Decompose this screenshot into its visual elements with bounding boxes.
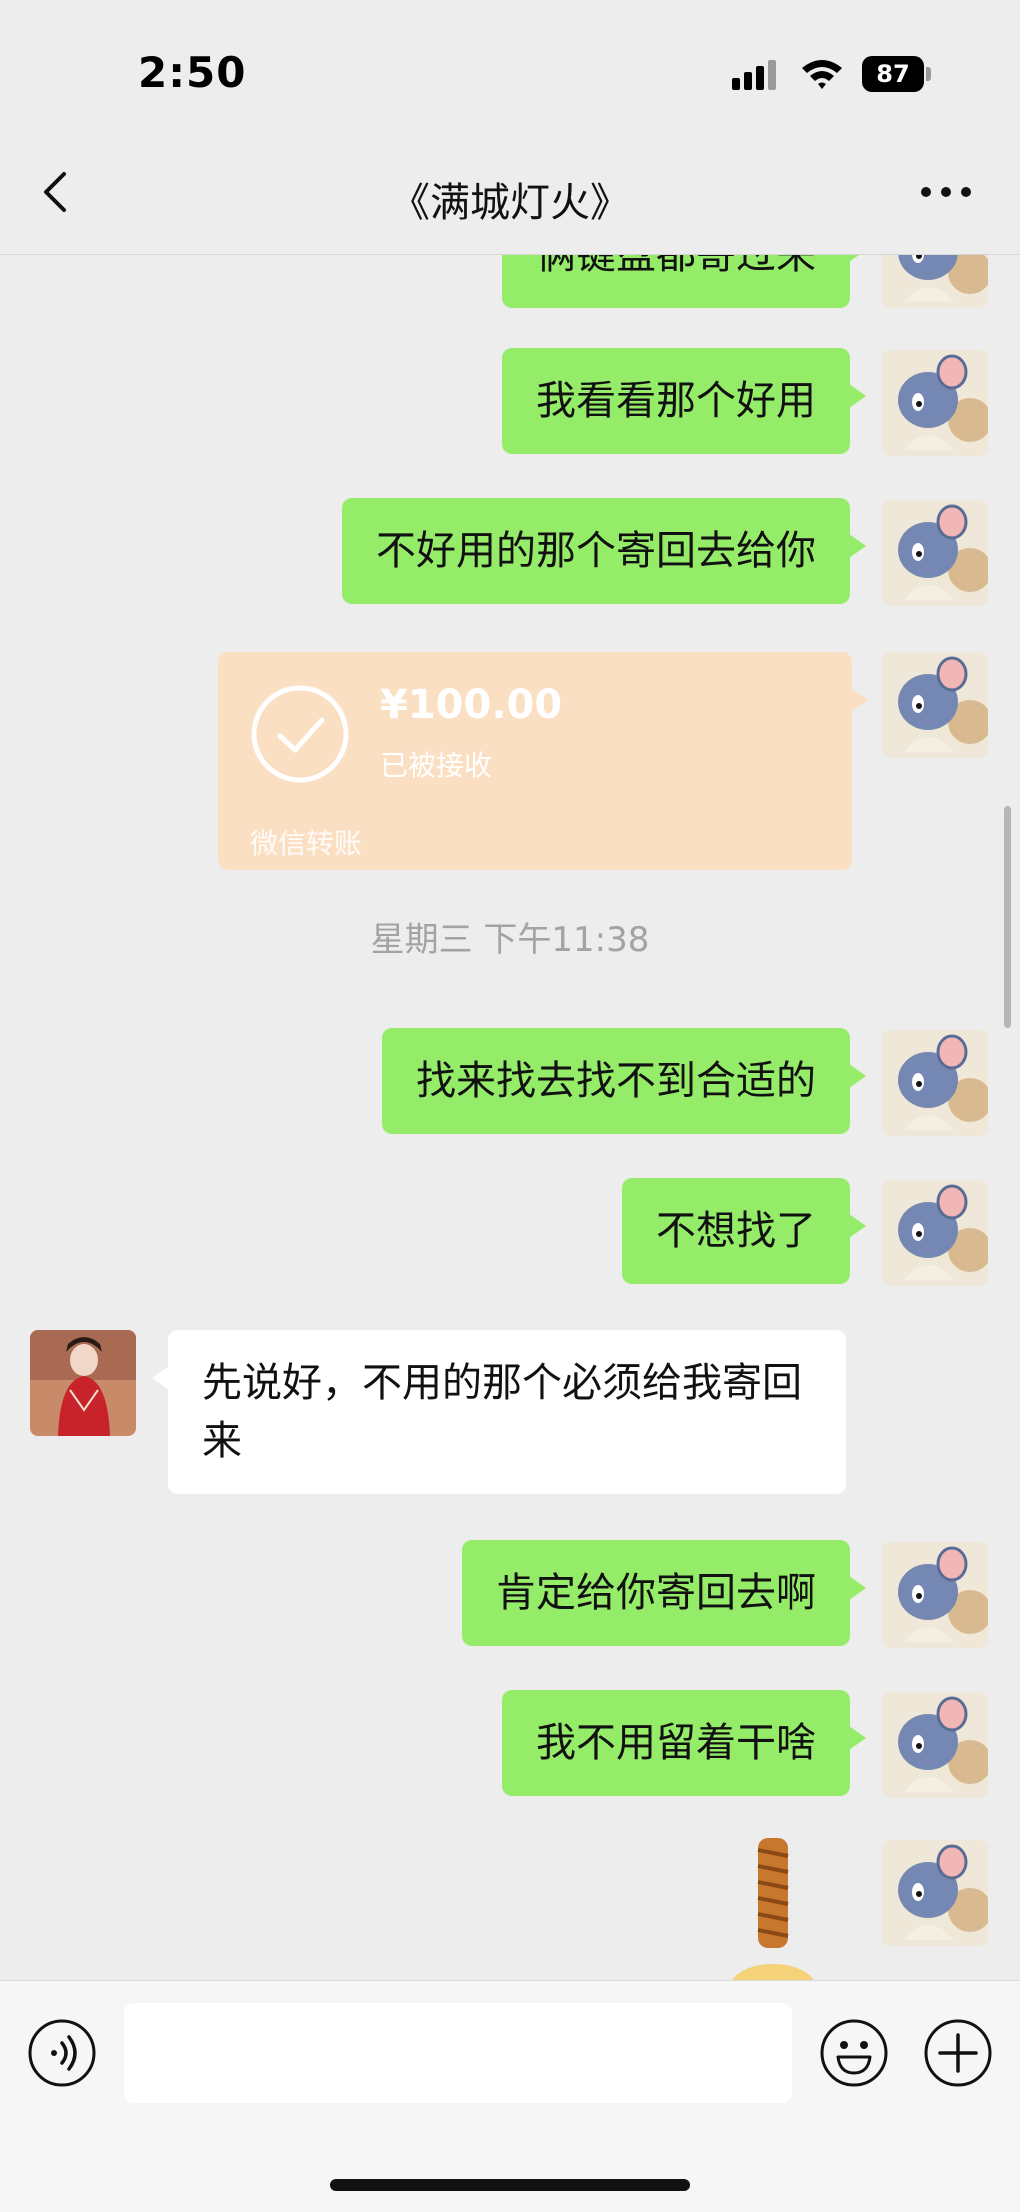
avatar-self[interactable] [882, 254, 988, 308]
plus-icon[interactable] [922, 2017, 994, 2089]
message-bubble-contact[interactable]: 先说好，不用的那个必须给我寄回来 [152, 1330, 846, 1494]
cat-avatar-icon [882, 500, 988, 606]
message-bubble-self[interactable]: 不想找了 [622, 1178, 866, 1284]
message-bubble-self[interactable]: 肯定给你寄回去啊 [462, 1540, 866, 1646]
transfer-footer: 微信转账 [250, 827, 363, 860]
battery-cap [926, 67, 931, 81]
avatar-self[interactable] [882, 1840, 988, 1946]
avatar-self[interactable] [882, 1692, 988, 1798]
status-time: 2:50 [138, 48, 247, 97]
transfer-card[interactable]: ¥100.00 已被接收 微信转账 [218, 652, 868, 870]
battery-level: 87 [862, 56, 924, 92]
wifi-icon [802, 60, 842, 89]
chat-header: 《满城灯火》 [0, 130, 1020, 255]
cat-avatar-icon [882, 1840, 988, 1946]
home-indicator [330, 2179, 690, 2191]
avatar-self[interactable] [882, 350, 988, 456]
message-bubble-self[interactable]: 我不用留着干啥 [502, 1690, 866, 1796]
emoji-icon[interactable] [818, 2017, 890, 2089]
avatar-self[interactable] [882, 1542, 988, 1648]
avatar-contact[interactable] [30, 1330, 136, 1436]
contact-avatar-icon [30, 1330, 136, 1436]
message-input[interactable] [124, 2003, 792, 2103]
input-bar [0, 1980, 1020, 2212]
timestamp: 星期三 下午11:38 [370, 920, 650, 960]
voice-icon[interactable] [26, 2017, 98, 2089]
message-bubble-self[interactable]: 我看看那个好用 [502, 348, 866, 454]
message-list[interactable]: 俩键盘都寄过来 我看看那个好用 不好用的那个寄回去给你 ¥100.00 已被接收… [0, 254, 1020, 1980]
cat-avatar-icon [882, 1180, 988, 1286]
chat-title: 《满城灯火》 [390, 180, 630, 226]
transfer-status: 已被接收 [380, 749, 493, 782]
transfer-amount: ¥100.00 [380, 682, 563, 728]
message-bubble-self[interactable]: 找来找去找不到合适的 [382, 1028, 866, 1134]
sticker-rope-image[interactable] [718, 1838, 828, 1980]
check-icon [251, 685, 349, 783]
more-dots-icon[interactable] [918, 180, 974, 204]
cellular-signal-icon [732, 60, 776, 90]
avatar-self[interactable] [882, 1180, 988, 1286]
cat-avatar-icon [882, 1692, 988, 1798]
message-bubble-self[interactable]: 不好用的那个寄回去给你 [342, 498, 866, 604]
avatar-self[interactable] [882, 1030, 988, 1136]
scrollbar[interactable] [1004, 806, 1011, 1028]
cat-avatar-icon [882, 1030, 988, 1136]
cat-avatar-icon [882, 1542, 988, 1648]
avatar-self[interactable] [882, 500, 988, 606]
avatar-self[interactable] [882, 652, 988, 758]
battery-icon: 87 [862, 56, 932, 92]
cat-avatar-icon [882, 350, 988, 456]
message-bubble-self[interactable]: 俩键盘都寄过来 [502, 254, 866, 308]
status-bar: 2:50 87 [0, 0, 1020, 130]
cat-avatar-icon [882, 652, 988, 758]
cat-avatar-icon [882, 254, 988, 308]
